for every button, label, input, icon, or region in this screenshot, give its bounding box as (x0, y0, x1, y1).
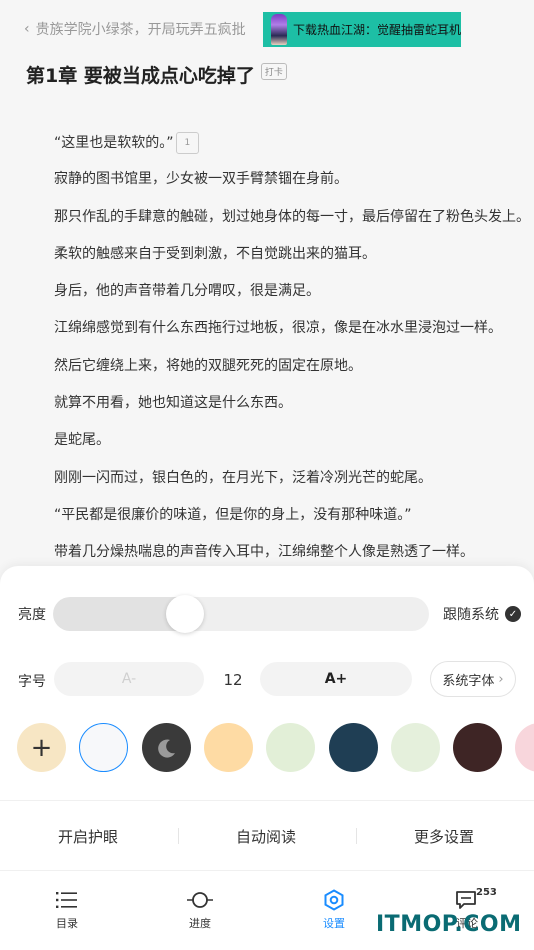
more-settings-button[interactable]: 更多设置 (414, 826, 474, 847)
bottom-tabbar: 目录 进度 设置 253 评论 (0, 871, 534, 950)
theme-swatch-white[interactable] (79, 723, 128, 772)
system-font-button[interactable]: 系统字体 › (430, 661, 516, 697)
paragraph: “这里也是软软的。” 1 (54, 132, 524, 169)
theme-swatch-green-pale[interactable] (391, 723, 440, 772)
chapter-body: “这里也是软软的。” 1 寂静的图书馆里，少女被一双手臂禁锢在身前。 那只作乱的手… (54, 132, 530, 580)
comment-count-badge: 253 (476, 887, 497, 898)
list-icon (56, 885, 78, 915)
eye-protection-button[interactable]: 开启护眼 (58, 826, 118, 847)
font-size-label: 字号 (18, 674, 46, 690)
tab-progress[interactable]: 进度 (165, 885, 235, 931)
theme-swatch-navy[interactable] (329, 723, 378, 772)
system-font-label: 系统字体 (442, 673, 495, 689)
chapter-title: 第1章 要被当成点心吃掉了 打卡 (26, 61, 287, 88)
book-title: 贵族学院小绿茶，开局玩弄五疯批 (35, 22, 246, 38)
settings-icon (323, 885, 345, 915)
reader-topbar: ‹ 贵族学院小绿茶，开局玩弄五疯批 下载热血江湖：觉醒抽雷蛇耳机 (0, 0, 534, 56)
theme-swatch-yellow[interactable] (204, 723, 253, 772)
paragraph: “平民都是很廉价的味道，但是你的身上，没有那种味道。” (54, 506, 412, 523)
ad-character-image (263, 12, 293, 47)
brightness-slider-thumb[interactable] (165, 595, 204, 633)
theme-swatch-pink[interactable] (515, 723, 534, 772)
follow-system-toggle[interactable]: 跟随系统 ✓ (443, 604, 521, 624)
ad-text: 下载热血江湖：觉醒抽雷蛇耳机 (292, 23, 461, 37)
tab-catalog[interactable]: 目录 (32, 885, 102, 931)
checkmark-icon: ✓ (505, 606, 521, 622)
theme-swatch-green-light[interactable] (266, 723, 315, 772)
chapter-title-text: 第1章 要被当成点心吃掉了 (26, 65, 255, 87)
theme-swatches: + (17, 723, 534, 773)
brightness-fill (53, 597, 185, 631)
theme-swatch-brown[interactable] (453, 723, 502, 772)
back-button[interactable]: ‹ 贵族学院小绿茶，开局玩弄五疯批 (24, 19, 246, 39)
divider (0, 800, 534, 801)
plus-icon: + (30, 732, 53, 763)
paragraph: 刚刚一闪而过，银白色的，在月光下，泛着冷冽光芒的蛇尾。 (54, 469, 432, 486)
paragraph: 柔软的触感来自于受到刺激，不自觉跳出来的猫耳。 (54, 245, 376, 262)
settings-panel: 亮度 跟随系统 ✓ 字号 A- 12 A+ 系统字体 › + 开启护眼 自动阅读… (0, 566, 534, 950)
paragraph: 是蛇尾。 (54, 432, 110, 449)
follow-system-label: 跟随系统 (443, 607, 499, 623)
font-decrease-button[interactable]: A- (54, 662, 204, 696)
tab-label: 设置 (323, 917, 345, 930)
add-theme-button[interactable]: + (17, 723, 66, 772)
separator (178, 828, 179, 844)
paragraph: 江绵绵感觉到有什么东西拖行过地板，很凉，像是在冰水里浸泡过一样。 (54, 320, 502, 337)
paragraph: 就算不用看，她也知道这是什么东西。 (54, 395, 292, 412)
paragraph-comment-icon[interactable]: 1 (175, 132, 200, 154)
tab-label: 进度 (189, 917, 211, 930)
chevron-right-icon: › (498, 671, 504, 687)
ad-banner[interactable]: 下载热血江湖：觉醒抽雷蛇耳机 (263, 12, 461, 47)
chevron-left-icon: ‹ (24, 21, 30, 37)
paragraph: 然后它缠绕上来，将她的双腿死死的固定在原地。 (54, 357, 362, 374)
theme-swatch-night[interactable] (142, 723, 191, 772)
separator (356, 828, 357, 844)
moon-icon (157, 739, 175, 758)
paragraph: 那只作乱的手肆意的触碰，划过她身体的每一寸，最后停留在了粉色头发上。 (54, 208, 530, 225)
brightness-label: 亮度 (18, 607, 46, 623)
tab-settings[interactable]: 设置 (299, 885, 369, 931)
font-size-value: 12 (223, 671, 243, 689)
checkin-tag[interactable]: 打卡 (260, 63, 287, 80)
font-increase-button[interactable]: A+ (260, 662, 412, 696)
paragraph: 身后，他的声音带着几分喟叹，很是满足。 (54, 283, 320, 300)
auto-read-button[interactable]: 自动阅读 (236, 826, 296, 847)
brightness-slider[interactable] (53, 597, 429, 631)
watermark-logo: ITMOP.COM (376, 912, 522, 937)
tab-label: 目录 (56, 917, 78, 930)
progress-icon (187, 885, 213, 915)
paragraph: 寂静的图书馆里，少女被一双手臂禁锢在身前。 (54, 171, 348, 188)
options-row: 开启护眼 自动阅读 更多设置 (0, 822, 534, 850)
